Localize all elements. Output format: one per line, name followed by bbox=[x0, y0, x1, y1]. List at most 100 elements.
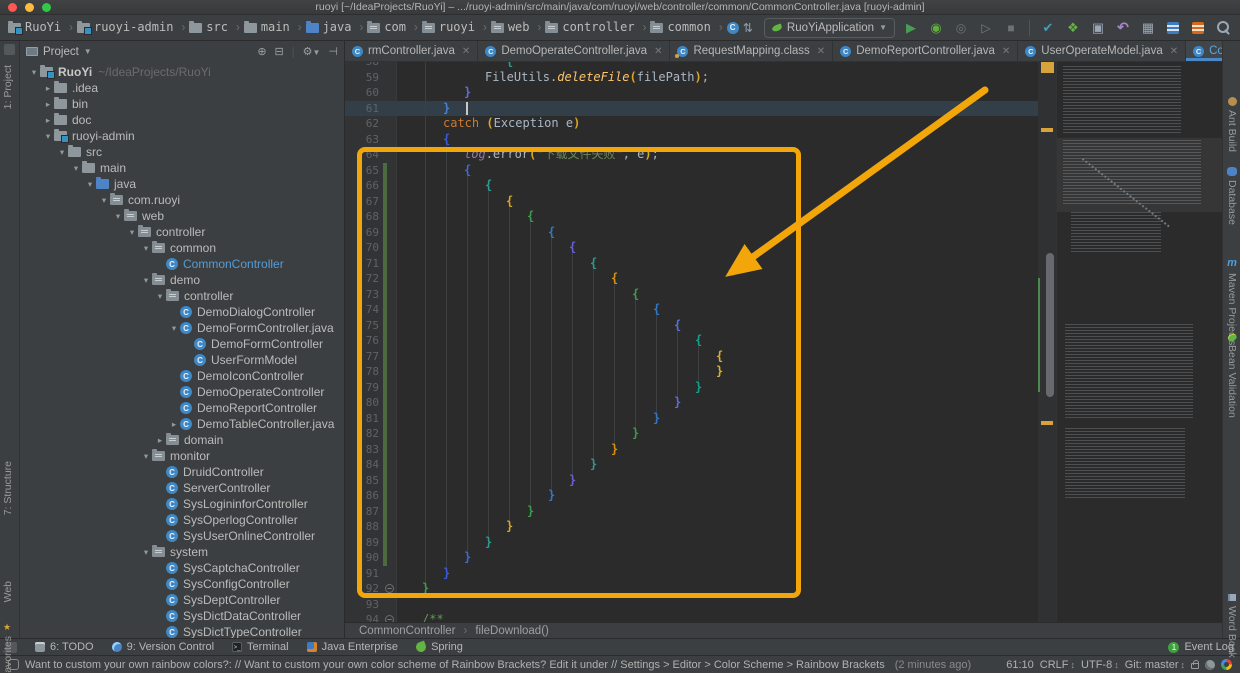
breadcrumb-item-src[interactable]: src bbox=[189, 20, 240, 36]
chevron-down-icon[interactable] bbox=[140, 451, 152, 462]
breadcrumb-item-com[interactable]: com bbox=[367, 20, 418, 36]
device-manager-button-device-icon[interactable] bbox=[1139, 19, 1157, 37]
stripe-warning-mark[interactable] bbox=[1041, 421, 1053, 425]
tree-item-demo[interactable]: demo bbox=[20, 272, 344, 288]
chevron-right-icon[interactable] bbox=[168, 419, 180, 430]
tab-rmcontroller-java[interactable]: CrmController.java✕ bbox=[345, 41, 478, 61]
tree-item-demoiconcontroller[interactable]: CDemoIconController bbox=[20, 368, 344, 384]
tree-item-demoformcontroller-java[interactable]: CDemoFormController.java bbox=[20, 320, 344, 336]
tree-item-ruoyi[interactable]: RuoYi~/IdeaProjects/RuoYi bbox=[20, 64, 344, 80]
chevron-right-icon[interactable] bbox=[42, 99, 54, 110]
tab-demooperatecontroller-java[interactable]: CDemoOperateController.java✕ bbox=[478, 41, 670, 61]
tree-item-src[interactable]: src bbox=[20, 144, 344, 160]
breadcrumb-method[interactable]: fileDownload() bbox=[475, 625, 549, 637]
chevron-down-icon[interactable] bbox=[28, 67, 40, 78]
google-translate-icon[interactable] bbox=[1221, 659, 1232, 670]
sync-icon[interactable] bbox=[739, 19, 757, 37]
gear-icon[interactable]: ⚙▼ bbox=[303, 45, 321, 58]
tree-item-demodialogcontroller[interactable]: CDemoDialogController bbox=[20, 304, 344, 320]
tree-item-monitor[interactable]: monitor bbox=[20, 448, 344, 464]
chevron-down-icon[interactable] bbox=[140, 275, 152, 286]
debug-button-bug-icon[interactable] bbox=[927, 19, 945, 37]
tool-button-maven-projects[interactable]: m Maven Projects bbox=[1223, 257, 1240, 345]
breadcrumb-item-common[interactable]: common bbox=[650, 20, 722, 36]
breadcrumb-item-ruoyi[interactable]: ruoyi bbox=[422, 20, 487, 36]
tree-item-druidcontroller[interactable]: CDruidController bbox=[20, 464, 344, 480]
search-everywhere-button-search-icon[interactable] bbox=[1214, 19, 1232, 37]
close-icon[interactable]: ✕ bbox=[1002, 46, 1010, 57]
code-line-93[interactable]: 93 bbox=[345, 597, 1038, 613]
chevron-down-icon[interactable] bbox=[140, 547, 152, 558]
tree-item-sysdeptcontroller[interactable]: CSysDeptController bbox=[20, 592, 344, 608]
title-bar[interactable]: ruoyi [~/IdeaProjects/RuoYi] – .../ruoyi… bbox=[0, 0, 1240, 15]
tool-button-project[interactable]: 1: Project bbox=[2, 65, 14, 109]
vcs-commit-button-branch-icon[interactable] bbox=[1064, 19, 1082, 37]
breadcrumb-item-ruoyi[interactable]: RuoYi bbox=[8, 20, 73, 36]
breadcrumb-item-commoncontroller[interactable]: CCommonController bbox=[727, 20, 739, 36]
tab-demoreportcontroller-java[interactable]: CDemoReportController.java✕ bbox=[833, 41, 1018, 61]
chevron-down-icon[interactable] bbox=[154, 291, 166, 302]
error-stripe[interactable] bbox=[1038, 62, 1056, 622]
breadcrumb-item-web[interactable]: web bbox=[491, 20, 542, 36]
undo-button-undo-icon[interactable] bbox=[1114, 19, 1132, 37]
tree-item-sysdictdatacontroller[interactable]: CSysDictDataController bbox=[20, 608, 344, 624]
tool-button-version-control[interactable]: 9: Version Control bbox=[112, 641, 214, 653]
tree-item-com-ruoyi[interactable]: com.ruoyi bbox=[20, 192, 344, 208]
close-icon[interactable]: ✕ bbox=[817, 46, 825, 57]
tree-item-syscaptchacontroller[interactable]: CSysCaptchaController bbox=[20, 560, 344, 576]
close-icon[interactable]: ✕ bbox=[462, 46, 470, 57]
project-panel-title[interactable]: Project ▼ bbox=[26, 46, 257, 58]
breadcrumb-item-controller[interactable]: controller bbox=[545, 20, 646, 36]
preview-button-preview-icon[interactable] bbox=[1089, 19, 1107, 37]
lock-icon[interactable] bbox=[1191, 663, 1199, 669]
hector-inspection-icon[interactable] bbox=[1205, 660, 1215, 670]
tree-item-demoreportcontroller[interactable]: CDemoReportController bbox=[20, 400, 344, 416]
stop-button-stop-icon[interactable] bbox=[1002, 19, 1020, 37]
chevron-down-icon[interactable] bbox=[56, 147, 68, 158]
tree-item--idea[interactable]: .idea bbox=[20, 80, 344, 96]
stripe-warning-mark[interactable] bbox=[1041, 128, 1053, 132]
breadcrumb-item-java[interactable]: java bbox=[306, 20, 364, 36]
tool-button-ant-build[interactable]: Ant Build bbox=[1223, 97, 1240, 152]
code-line-94[interactable]: 94−/** bbox=[345, 612, 1038, 622]
breadcrumb-item-ruoyi-admin[interactable]: ruoyi-admin bbox=[77, 20, 185, 36]
tree-item-demooperatecontroller[interactable]: CDemoOperateController bbox=[20, 384, 344, 400]
chevron-down-icon[interactable] bbox=[112, 211, 124, 222]
tab-requestmapping-class[interactable]: CRequestMapping.class✕ bbox=[670, 41, 833, 61]
tool-button-web[interactable]: Web bbox=[2, 581, 14, 602]
chevron-right-icon[interactable] bbox=[154, 435, 166, 446]
hide-panel-icon[interactable]: ⊣ bbox=[328, 45, 338, 58]
tree-item-doc[interactable]: doc bbox=[20, 112, 344, 128]
code-minimap[interactable] bbox=[1056, 62, 1222, 622]
tool-button-todo[interactable]: 6: TODO bbox=[35, 641, 94, 653]
translate-doc-button-doc-blue-icon[interactable] bbox=[1164, 19, 1182, 37]
chevron-down-icon[interactable] bbox=[42, 131, 54, 142]
tool-button-structure[interactable]: 7: Structure bbox=[2, 461, 14, 515]
tree-item-commoncontroller[interactable]: CCommonController bbox=[20, 256, 344, 272]
tree-item-web[interactable]: web bbox=[20, 208, 344, 224]
chevron-right-icon[interactable] bbox=[42, 83, 54, 94]
chevron-down-icon[interactable] bbox=[140, 243, 152, 254]
tool-button-bean-validation[interactable]: Bean Validation bbox=[1223, 335, 1240, 418]
tree-item-sysconfigcontroller[interactable]: CSysConfigController bbox=[20, 576, 344, 592]
tab-commoncontroller-java[interactable]: CCommonController.java✕ bbox=[1186, 41, 1222, 61]
encoding-widget[interactable]: UTF-8 bbox=[1081, 659, 1119, 671]
tree-item-demoformcontroller[interactable]: CDemoFormController bbox=[20, 336, 344, 352]
tool-button-word-book[interactable]: Word Book bbox=[1223, 593, 1240, 658]
editor-scrollbar[interactable] bbox=[1046, 253, 1054, 397]
close-icon[interactable]: ✕ bbox=[1170, 46, 1178, 57]
line-ending-widget[interactable]: CRLF bbox=[1040, 659, 1075, 671]
collapse-all-icon[interactable]: ⊟ bbox=[275, 45, 284, 58]
chevron-down-icon[interactable] bbox=[84, 179, 96, 190]
tool-button-terminal[interactable]: >_ Terminal bbox=[232, 641, 289, 653]
tree-item-common[interactable]: common bbox=[20, 240, 344, 256]
tree-item-demotablecontroller-java[interactable]: CDemoTableController.java bbox=[20, 416, 344, 432]
breadcrumb-class[interactable]: CommonController bbox=[359, 625, 456, 637]
tree-item-servercontroller[interactable]: CServerController bbox=[20, 480, 344, 496]
coverage-button-coverage-icon[interactable] bbox=[952, 19, 970, 37]
tree-item-controller[interactable]: controller bbox=[20, 224, 344, 240]
code-line-58[interactable]: 58{ bbox=[345, 62, 1038, 70]
chevron-right-icon[interactable] bbox=[42, 115, 54, 126]
tree-item-bin[interactable]: bin bbox=[20, 96, 344, 112]
tree-item-main[interactable]: main bbox=[20, 160, 344, 176]
